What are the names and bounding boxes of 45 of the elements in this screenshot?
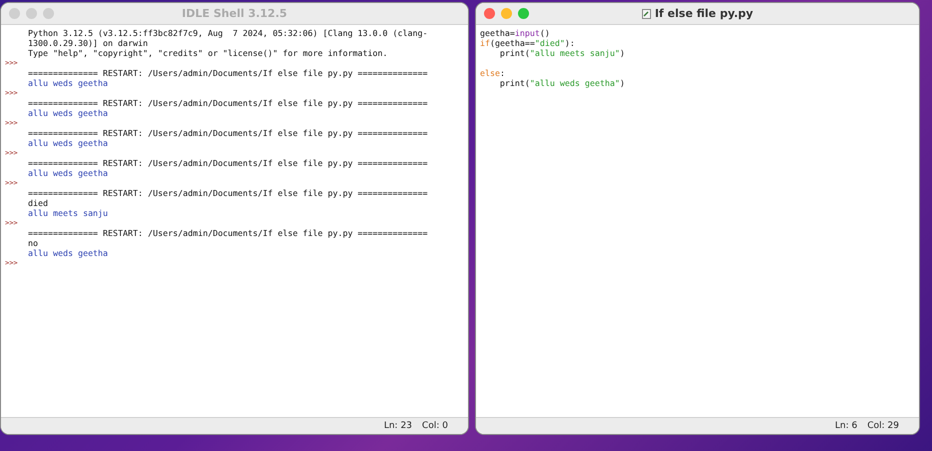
window-title: If else file py.py [654, 7, 754, 20]
console-line: ============== RESTART: /Users/admin/Documents/If else file py.py ============== [28, 158, 428, 168]
code-token: ) [620, 78, 625, 88]
column-number: Col: 29 [867, 421, 899, 431]
code-token: print( [498, 48, 530, 58]
column-number: Col: 0 [422, 421, 448, 431]
close-button[interactable] [484, 8, 495, 19]
output-line: allu weds geetha [28, 248, 108, 258]
console-line: 1300.0.29.30)] on darwin [28, 38, 148, 48]
document-icon [642, 8, 651, 18]
output-line: allu weds geetha [28, 108, 108, 118]
code-token: ) [620, 48, 625, 58]
minimize-button[interactable] [26, 8, 37, 19]
close-button[interactable] [9, 8, 20, 19]
input-line: no [28, 238, 38, 248]
console-line: Type "help", "copyright", "credits" or "license()" for more information. [28, 48, 388, 58]
window-title: IDLE Shell 3.12.5 [182, 7, 288, 20]
console-line: Python 3.12.5 (v3.12.5:ff3bc82f7c9, Aug 7 2024, 05:32:06) [Clang 13.0.0 (clang- [28, 28, 428, 38]
line-number: Ln: 23 [384, 421, 412, 431]
code-token: "died" [534, 38, 565, 48]
minimize-button[interactable] [500, 8, 512, 19]
zoom-button[interactable] [518, 8, 529, 19]
console-line: ============== RESTART: /Users/admin/Documents/If else file py.py ============== [28, 68, 428, 78]
code-token: : [500, 68, 505, 78]
code-token: "allu weds geetha" [530, 78, 620, 88]
code-token: (geetha== [490, 38, 535, 48]
code-token: () [540, 28, 550, 38]
zoom-button[interactable] [43, 8, 54, 19]
input-line: died [28, 198, 48, 208]
code-token: "allu meets sanju" [530, 48, 620, 58]
code-token: geetha= [480, 28, 515, 38]
output-line: allu meets sanju [28, 208, 108, 218]
console-line: ============== RESTART: /Users/admin/Documents/If else file py.py ============== [28, 98, 428, 108]
output-line: allu weds geetha [28, 138, 108, 148]
console-line: ============== RESTART: /Users/admin/Documents/If else file py.py ============== [28, 128, 428, 138]
output-line: allu weds geetha [28, 78, 108, 88]
code-token: print( [498, 78, 530, 88]
console-line: ============== RESTART: /Users/admin/Documents/If else file py.py ============== [28, 228, 428, 238]
output-line: allu weds geetha [28, 168, 108, 178]
code-token: ): [564, 38, 575, 48]
code-token: input [514, 28, 540, 38]
code-token: else [480, 68, 500, 78]
code-token: if [480, 38, 490, 48]
line-number: Ln: 6 [835, 421, 858, 431]
console-line: ============== RESTART: /Users/admin/Documents/If else file py.py ============== [28, 188, 428, 198]
